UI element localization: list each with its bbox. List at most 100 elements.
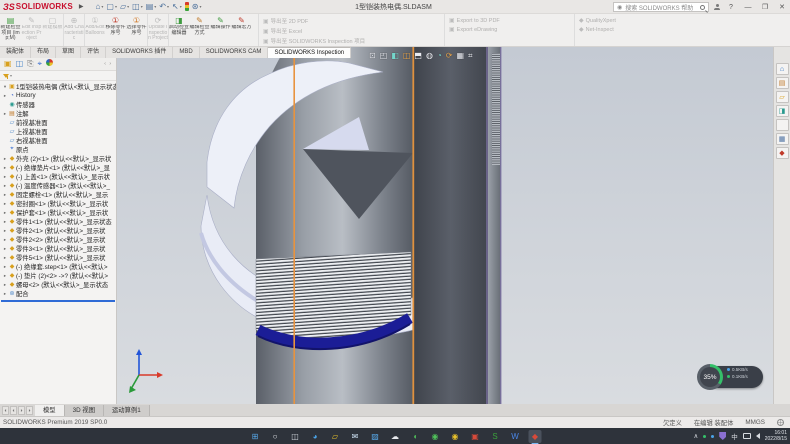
tray-chevron-icon[interactable]: ∧ [693, 432, 698, 440]
configuration-manager-tab[interactable]: ⎘ [27, 59, 33, 69]
taskbar-app-button[interactable]: ◫ [289, 430, 302, 443]
taskbar-app-button[interactable]: W [509, 430, 522, 443]
taskbar-app-button[interactable]: ○ [269, 430, 282, 443]
task-pane-button[interactable]: ▤ [776, 77, 789, 89]
tree-item-row[interactable]: ▱ 前视基准面 [0, 118, 116, 127]
ribbon-button[interactable]: ✎ 编辑检查方式 [189, 14, 210, 46]
taskbar-app-button[interactable]: ◖ [409, 430, 422, 443]
qat-button[interactable]: ▱▾ [120, 3, 129, 11]
hud-icon[interactable]: ◰ [380, 51, 388, 60]
login-user-icon[interactable] [714, 4, 720, 10]
task-pane-button[interactable]: ◨ [776, 105, 789, 117]
qat-button[interactable]: ↶▾ [159, 3, 169, 11]
taskbar-app-button[interactable]: ☁ [389, 430, 402, 443]
qat-button[interactable]: ◫▾ [132, 3, 143, 11]
ribbon-tab[interactable]: SOLIDWORKS 插件 [106, 47, 173, 58]
speed-monitor-widget[interactable]: 35% 0.5KB/s 0.1KB/s [697, 364, 763, 390]
taskbar-app-button[interactable]: ✉ [349, 430, 362, 443]
menu-expand-arrow[interactable]: ▶ [79, 3, 84, 10]
status-globe-icon[interactable] [777, 419, 784, 426]
tree-item-row[interactable]: ▸ ◆ 外壳 (2)<1> (默认<<默认>_显示状 [0, 154, 116, 163]
export-menu-item[interactable]: ▣导出至 Excel [263, 27, 444, 35]
tree-item-row[interactable]: ▸ ◆ 保护套<1> (默认<<默认>_显示状 [0, 208, 116, 217]
task-pane-button[interactable] [776, 119, 789, 131]
tray-app-icon[interactable] [703, 435, 706, 438]
ribbon-button[interactable]: ◨ 启动检查编辑器 [168, 14, 189, 46]
taskbar-clock[interactable]: 16:01 2022/8/15 [765, 430, 787, 442]
tree-item-row[interactable]: ▸ ⊚ 配合 [0, 289, 116, 298]
search-icon[interactable] [700, 5, 705, 10]
hud-icon[interactable]: ⬒ [414, 51, 422, 60]
task-pane-button[interactable]: ◆ [776, 147, 789, 159]
tray-app2-icon[interactable] [711, 435, 714, 438]
taskbar-app-button[interactable]: ◉ [429, 430, 442, 443]
ribbon-button[interactable]: ✎ Edit Inspection Project [21, 14, 42, 46]
tree-item-row[interactable]: ▱ 上视基准面 [0, 127, 116, 136]
tree-item-row[interactable]: ▸ ◆ 零件2<2> (默认<<默认>_显示状 [0, 235, 116, 244]
options-gear-icon[interactable]: ⊛▾ [192, 3, 202, 11]
tree-item-row[interactable]: ▸ ◆ 密封圈<1> (默认<<默认>_显示状 [0, 199, 116, 208]
dimxpert-manager-tab[interactable]: ⌖ [38, 59, 43, 69]
document-tab[interactable]: 运动算例1 [104, 405, 150, 416]
tree-item-row[interactable]: ▸ ◆ 零件1<1> (默认<<默认>_显示状态 [0, 217, 116, 226]
volume-icon[interactable] [756, 433, 760, 439]
ribbon-tab[interactable]: 装配体 [0, 47, 31, 58]
task-pane-button[interactable]: ▦ [776, 133, 789, 145]
hud-icon[interactable]: ◫ [403, 51, 411, 60]
ribbon-button[interactable]: ① 移除零件序号 [105, 14, 126, 46]
ribbon-tab[interactable]: MBD [173, 47, 199, 58]
hud-icon[interactable]: ⊡ [369, 51, 376, 60]
feature-tree-tab[interactable]: ▣ [4, 59, 12, 69]
tree-item-row[interactable]: ▸ ◔ History [0, 91, 116, 100]
property-manager-tab[interactable]: ◫ [16, 59, 24, 69]
taskbar-app-button[interactable]: ◉ [449, 430, 462, 443]
taskbar-app-button[interactable]: ▱ [329, 430, 342, 443]
tree-item-row[interactable]: ⌖ 原点 [0, 145, 116, 154]
qat-button[interactable]: ▢▾ [106, 3, 117, 11]
ribbon-tab[interactable]: SOLIDWORKS CAM [200, 47, 269, 58]
tree-item-row[interactable]: ▸ ◆ 螺母<2> (默认<<默认>_显示状态 [0, 280, 116, 289]
tree-item-row[interactable]: ▸ ◆ 固定螺栓<1> (默认<<默认>_显示 [0, 190, 116, 199]
taskbar-app-button[interactable]: ▣ [469, 430, 482, 443]
ribbon-button[interactable]: ① 选择零件序号 [126, 14, 147, 46]
help-search-input[interactable]: ◉ 搜索 SOLIDWORKS 帮助 [613, 2, 709, 12]
rollback-bar[interactable] [1, 300, 115, 302]
ribbon-tab[interactable]: 评估 [81, 47, 106, 58]
ribbon-button[interactable]: ✎ 编辑操作 [210, 14, 231, 46]
qat-button[interactable]: ▤▾ [146, 3, 157, 11]
ribbon-button[interactable]: ▤ 新建检查项目 (imp;M) [0, 14, 21, 46]
document-tab[interactable]: 3D 视图 [65, 405, 104, 416]
export-menu-item[interactable]: ▣Export eDrawing [449, 26, 574, 33]
units-selector[interactable]: MMGS [745, 419, 765, 426]
tree-item-row[interactable]: ▸ ◆ (-) 上盖<1> (默认<<默认>_显示状 [0, 172, 116, 181]
task-pane-button[interactable]: ▱ [776, 91, 789, 103]
display-cast-icon[interactable] [743, 433, 751, 439]
taskbar-app-button[interactable]: S [489, 430, 502, 443]
ime-language-indicator[interactable]: 中 [731, 431, 738, 441]
hud-icon[interactable]: ◧ [391, 51, 399, 60]
ribbon-button[interactable]: ▢ 新建模板 [42, 14, 63, 46]
tab-scroll-arrows[interactable]: ‹ › [104, 61, 112, 67]
document-tab[interactable]: 模型 [35, 405, 65, 416]
ribbon-button[interactable]: ① Add/Edit Balloons [84, 14, 105, 46]
ribbon-button[interactable]: ⟳ Update Inspection Project [147, 14, 168, 46]
tree-filter-bar[interactable]: ▾ [0, 71, 116, 81]
security-shield-icon[interactable] [719, 432, 726, 440]
ribbon-button[interactable]: ✎ 编辑宏方 [231, 14, 252, 46]
graphics-viewport[interactable]: ⊡ ◰ ◧ ◫ ⬒ ◍ ◔ ⟳ ▦ ⌗ [117, 47, 773, 404]
restore-button[interactable]: ❐ [759, 3, 771, 11]
hud-icon[interactable]: ◔ [437, 51, 442, 60]
tree-item-row[interactable]: ▸ ◆ (-) 垫片 (2)<2> ->? (默认<<默认> [0, 271, 116, 280]
tree-item-row[interactable]: ◉ 传感器 [0, 100, 116, 109]
tree-item-row[interactable]: ▸ ◆ (-) 绝缘垫片<1> (默认<<默认>_显 [0, 163, 116, 172]
help-button[interactable]: ? [725, 4, 737, 11]
ribbon-tab[interactable]: 布局 [31, 47, 56, 58]
taskbar-app-button[interactable]: ◆ [529, 430, 542, 443]
hud-icon[interactable]: ⟳ [446, 51, 453, 60]
tree-item-row[interactable]: ▸ ◆ (-) 绝缘套.step<1> (默认<<默认> [0, 262, 116, 271]
tree-item-row[interactable]: ▸ ▤ 注解 [0, 109, 116, 118]
export-menu-item[interactable]: ▣导出至 2D PDF [263, 17, 444, 25]
hud-icon[interactable]: ◍ [426, 51, 433, 60]
export-menu-item[interactable]: ◆QualityXpert [579, 17, 684, 24]
tree-item-row[interactable]: ▱ 右视基准面 [0, 136, 116, 145]
